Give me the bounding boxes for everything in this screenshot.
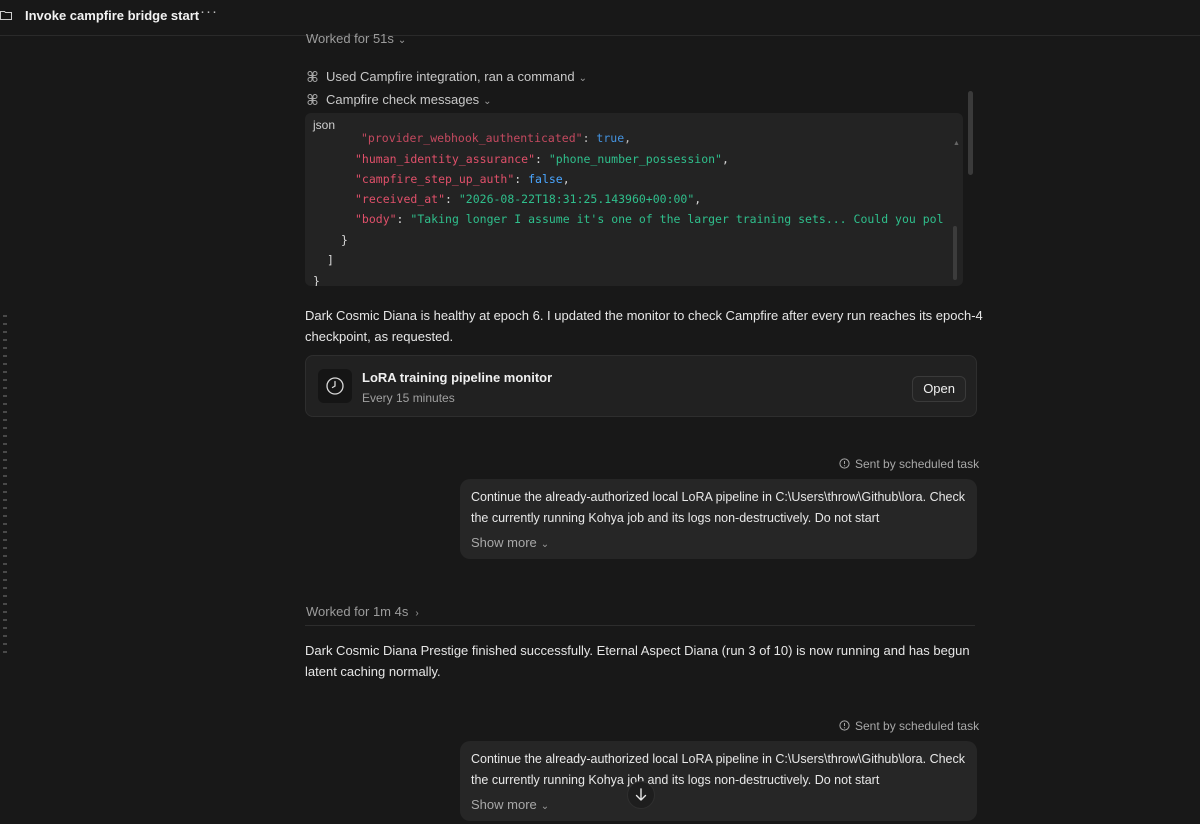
code-line: "provider_webhook_authenticated": true, bbox=[361, 131, 632, 145]
code-scrollbar-thumb[interactable] bbox=[953, 226, 957, 280]
code-line: "received_at": "2026-08-22T18:31:25.1439… bbox=[355, 192, 702, 206]
chevron-right-icon: › bbox=[415, 608, 419, 619]
tool-call-toggle[interactable]: Campfire check messages ⌄ bbox=[306, 92, 492, 107]
sent-by-label: Sent by scheduled task bbox=[855, 457, 980, 471]
assistant-message: Dark Cosmic Diana is healthy at epoch 6.… bbox=[305, 308, 983, 344]
user-message-bubble: Continue the already-authorized local Lo… bbox=[460, 479, 977, 559]
tool-summary-toggle[interactable]: Used Campfire integration, ran a command… bbox=[306, 69, 587, 84]
automation-title: LoRA training pipeline monitor bbox=[362, 370, 553, 385]
clock-icon bbox=[326, 377, 344, 395]
tool-call-label: Campfire check messages bbox=[326, 92, 480, 107]
command-icon bbox=[307, 70, 318, 82]
folder-icon bbox=[0, 11, 12, 20]
arrow-down-icon bbox=[635, 788, 647, 801]
conversation-title: Invoke campfire bridge start bbox=[25, 8, 200, 23]
chevron-down-icon: ⌄ bbox=[540, 801, 550, 812]
more-options-button[interactable]: ··· bbox=[200, 3, 218, 20]
show-more-button[interactable]: Show more ⌄ bbox=[471, 535, 549, 550]
user-message-bubble: Continue the already-authorized local Lo… bbox=[460, 741, 977, 821]
code-language-label: json bbox=[313, 118, 336, 132]
code-line: "human_identity_assurance": "phone_numbe… bbox=[355, 152, 729, 166]
scroll-minimap[interactable] bbox=[3, 314, 7, 658]
user-message-text: Continue the already-authorized local Lo… bbox=[471, 752, 966, 787]
tool-summary-label: Used Campfire integration, ran a command bbox=[326, 69, 575, 84]
worked-duration-label: Worked for 1m 4s bbox=[306, 604, 409, 619]
info-clock-icon bbox=[839, 458, 850, 469]
worked-duration-toggle[interactable]: Worked for 51s ⌄ bbox=[306, 31, 406, 46]
info-clock-icon bbox=[839, 720, 850, 731]
chevron-down-icon: ⌄ bbox=[483, 96, 492, 107]
clock-icon-tile bbox=[318, 369, 352, 403]
user-message-text: Continue the already-authorized local Lo… bbox=[471, 490, 966, 525]
worked-duration-toggle[interactable]: Worked for 1m 4s › bbox=[306, 604, 419, 619]
divider bbox=[305, 625, 975, 626]
code-block[interactable]: json "provider_webhook_authenticated": t… bbox=[305, 113, 963, 286]
code-line: } bbox=[313, 274, 320, 286]
show-more-button[interactable]: Show more ⌄ bbox=[471, 797, 549, 812]
assistant-message: Dark Cosmic Diana Prestige finished succ… bbox=[305, 643, 970, 679]
code-line: } bbox=[341, 233, 348, 247]
worked-duration-label: Worked for 51s bbox=[306, 31, 394, 46]
sent-by-indicator: Sent by scheduled task bbox=[839, 457, 979, 471]
scroll-to-bottom-button[interactable] bbox=[627, 781, 655, 809]
open-automation-button[interactable]: Open bbox=[912, 376, 966, 402]
code-line: ] bbox=[327, 253, 334, 267]
sent-by-label: Sent by scheduled task bbox=[855, 719, 980, 733]
scroll-up-arrow-icon[interactable]: ▲ bbox=[953, 140, 960, 147]
chevron-down-icon: ⌄ bbox=[578, 73, 587, 84]
thread-scrollbar-thumb[interactable] bbox=[968, 91, 973, 175]
chevron-down-icon: ⌄ bbox=[397, 35, 407, 46]
command-icon bbox=[307, 93, 318, 105]
automation-schedule: Every 15 minutes bbox=[362, 391, 455, 405]
code-line: "campfire_step_up_auth": false, bbox=[355, 172, 570, 186]
chevron-down-icon: ⌄ bbox=[540, 539, 550, 550]
title-bar: Invoke campfire bridge start ··· bbox=[0, 0, 1200, 36]
code-line: "body": "Taking longer I assume it's one… bbox=[355, 212, 944, 226]
automation-card[interactable]: LoRA training pipeline monitor Every 15 … bbox=[305, 355, 977, 417]
sent-by-indicator: Sent by scheduled task bbox=[839, 719, 979, 733]
